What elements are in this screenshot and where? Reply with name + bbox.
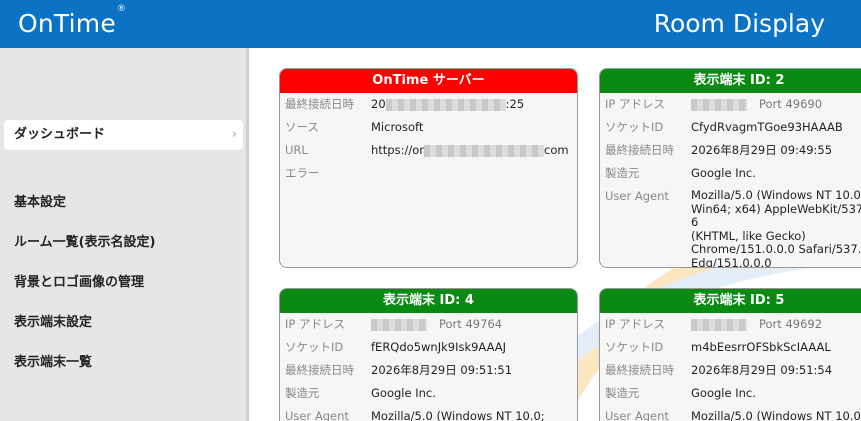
card-title: 表示端末 ID: 4	[280, 289, 577, 313]
display-terminal-card: 表示端末 ID: 5 IP アドレス Port 49692 ソケットID m4b…	[599, 288, 861, 421]
sidebar-item-label: ダッシュボード	[14, 127, 106, 142]
port-value: Port 49764	[439, 317, 503, 331]
row-label: User Agent	[605, 409, 669, 421]
row-label: IP アドレス	[605, 317, 665, 331]
row-value: 2026年8月29日 09:51:51	[371, 363, 513, 377]
row-value: https://or com	[371, 143, 569, 157]
row-label: 製造元	[605, 386, 640, 400]
card-title: 表示端末 ID: 2	[600, 69, 861, 93]
row-label: User Agent	[605, 189, 669, 203]
ip-address-row: IP アドレス Port 49692	[605, 317, 861, 331]
sidebar-item-label: 背景とロゴ画像の管理	[14, 275, 145, 290]
ip-address-row: IP アドレス Port 49690	[605, 97, 861, 111]
logo-text: OnTime	[18, 9, 116, 38]
row-value: Mozilla/5.0 (Windows NT 10.0; Win64; x64…	[691, 188, 861, 268]
redacted-value	[385, 98, 506, 111]
row-label: ソケットID	[605, 120, 664, 134]
row-label: 最終接続日時	[285, 97, 354, 111]
row-label: URL	[285, 143, 308, 157]
chevron-right-icon: ›	[231, 127, 237, 142]
row-value: Google Inc.	[691, 166, 756, 180]
source-row: ソース Microsoft	[285, 120, 577, 134]
error-row: エラー	[285, 166, 577, 180]
sidebar: ダッシュボード › 基本設定 ルーム一覧(表示名設定) 背景とロゴ画像の管理 表…	[0, 48, 249, 421]
redacted-value	[691, 318, 747, 331]
row-value: Google Inc.	[691, 386, 756, 400]
row-label: 最終接続日時	[285, 363, 354, 377]
last-connected-row: 最終接続日時 20 :25	[285, 97, 577, 111]
sidebar-item-label: 表示端末設定	[14, 315, 93, 330]
logo-registered-mark: ®	[116, 3, 127, 14]
user-agent-row: User Agent Mozilla/5.0 (Windows NT 10.0;	[605, 409, 861, 421]
row-value: fERQdo5wnJk9Isk9AAAJ	[371, 340, 507, 354]
row-label: 最終接続日時	[605, 143, 674, 157]
row-value: 20 :25	[371, 97, 524, 111]
value-prefix: https://or	[371, 143, 424, 157]
row-value: Mozilla/5.0 (Windows NT 10.0;	[371, 409, 545, 421]
socket-id-row: ソケットID fERQdo5wnJk9Isk9AAAJ	[285, 340, 577, 354]
sidebar-item-display-settings[interactable]: 表示端末設定	[4, 308, 243, 338]
sidebar-item-label: 表示端末一覧	[14, 355, 93, 370]
last-connected-row: 最終接続日時 2026年8月29日 09:51:51	[285, 363, 577, 377]
sidebar-item-background-logo[interactable]: 背景とロゴ画像の管理	[4, 268, 243, 298]
value-suffix: :25	[505, 97, 525, 111]
sidebar-item-room-list[interactable]: ルーム一覧(表示名設定)	[4, 228, 243, 258]
row-value: 2026年8月29日 09:49:55	[691, 143, 833, 157]
row-value: Port 49764	[371, 317, 502, 331]
port-value: Port 49690	[759, 97, 823, 111]
last-connected-row: 最終接続日時 2026年8月29日 09:49:55	[605, 143, 861, 157]
app-header: OnTime® Room Display	[0, 0, 861, 48]
card-title: OnTime サーバー	[280, 69, 577, 93]
redacted-value	[371, 318, 427, 331]
user-agent-row: User Agent Mozilla/5.0 (Windows NT 10.0;…	[605, 188, 861, 268]
port-value: Port 49692	[759, 317, 823, 331]
value-suffix: com	[544, 143, 569, 157]
row-label: エラー	[285, 166, 320, 180]
row-label: IP アドレス	[605, 97, 665, 111]
row-value: Port 49690	[691, 97, 822, 111]
row-value: m4bEesrrOFSbkScIAAAL	[691, 340, 831, 354]
redacted-value	[691, 98, 747, 111]
row-value: Microsoft	[371, 120, 424, 134]
sidebar-item-label: 基本設定	[14, 195, 67, 210]
row-label: User Agent	[285, 409, 349, 421]
url-row: URL https://or com	[285, 143, 577, 157]
redacted-value	[424, 144, 544, 157]
row-value: Port 49692	[691, 317, 822, 331]
display-terminal-card: 表示端末 ID: 4 IP アドレス Port 49764 ソケットID fER…	[279, 288, 578, 421]
row-value: CfydRvagmTGoe93HAAAB	[691, 120, 843, 134]
sidebar-item-label: ルーム一覧(表示名設定)	[14, 235, 156, 250]
display-terminal-card: 表示端末 ID: 2 IP アドレス Port 49690 ソケットID Cfy…	[599, 68, 861, 268]
row-value: Google Inc.	[371, 386, 436, 400]
row-value: 2026年8月29日 09:51:54	[691, 363, 833, 377]
value-prefix: 20	[371, 97, 386, 111]
row-value: Mozilla/5.0 (Windows NT 10.0;	[691, 409, 861, 421]
server-status-card: OnTime サーバー 最終接続日時 20 :25 ソース Microsoft U…	[279, 68, 578, 268]
card-title: 表示端末 ID: 5	[600, 289, 861, 313]
row-label: ソース	[285, 120, 319, 134]
manufacturer-row: 製造元 Google Inc.	[605, 166, 861, 180]
row-label: ソケットID	[605, 340, 664, 354]
row-label: IP アドレス	[285, 317, 345, 331]
row-label: 製造元	[605, 166, 640, 180]
row-label: 製造元	[285, 386, 320, 400]
dashboard-main: OnTime サーバー 最終接続日時 20 :25 ソース Microsoft U…	[252, 48, 861, 421]
sidebar-item-basic-settings[interactable]: 基本設定	[4, 188, 243, 218]
last-connected-row: 最終接続日時 2026年8月29日 09:51:54	[605, 363, 861, 377]
row-label: ソケットID	[285, 340, 344, 354]
row-label: 最終接続日時	[605, 363, 674, 377]
manufacturer-row: 製造元 Google Inc.	[285, 386, 577, 400]
ip-address-row: IP アドレス Port 49764	[285, 317, 577, 331]
socket-id-row: ソケットID CfydRvagmTGoe93HAAAB	[605, 120, 861, 134]
user-agent-row: User Agent Mozilla/5.0 (Windows NT 10.0;	[285, 409, 577, 421]
sidebar-item-dashboard[interactable]: ダッシュボード ›	[4, 120, 243, 150]
app-title: Room Display	[653, 9, 825, 38]
sidebar-item-display-list[interactable]: 表示端末一覧	[4, 348, 243, 378]
manufacturer-row: 製造元 Google Inc.	[605, 386, 861, 400]
socket-id-row: ソケットID m4bEesrrOFSbkScIAAAL	[605, 340, 861, 354]
ontime-logo[interactable]: OnTime®	[18, 4, 126, 38]
